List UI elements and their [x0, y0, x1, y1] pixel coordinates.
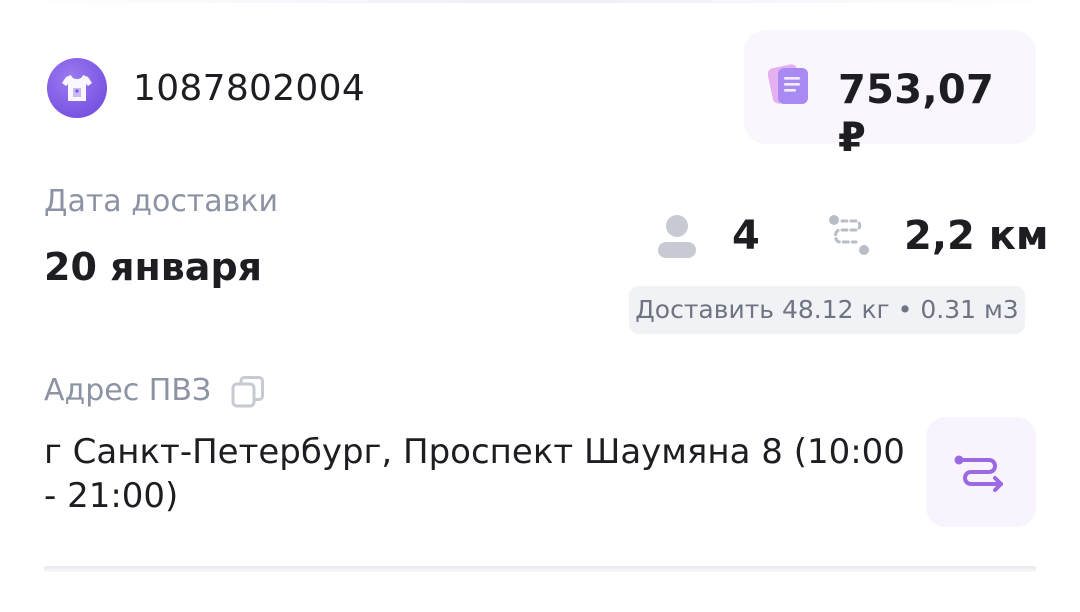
person-icon — [658, 215, 696, 258]
tshirt-icon — [47, 58, 107, 118]
top-edge — [0, 0, 1080, 3]
route-distance-icon — [829, 215, 869, 255]
order-price: 753,07 ₽ — [838, 67, 995, 161]
price-chip: 753,07 ₽ — [744, 30, 1036, 161]
route-button[interactable] — [926, 417, 1036, 527]
route-icon — [954, 455, 1003, 492]
item-count: 4 — [732, 213, 760, 259]
delivery-date-value: 20 января — [44, 245, 263, 289]
receipt-icon — [768, 64, 808, 104]
address-label: Адрес ПВЗ — [44, 373, 212, 408]
weight-volume-chip: Доставить 48.12 кг • 0.31 м3 — [629, 286, 1025, 334]
copy-icon[interactable] — [230, 374, 266, 410]
order-card[interactable]: 1087802004 753,07 ₽ Дата доставки 20 янв… — [0, 0, 1080, 612]
order-id: 1087802004 — [133, 68, 366, 109]
delivery-date-label: Дата доставки — [44, 184, 278, 219]
distance: 2,2 км — [904, 213, 1049, 259]
divider — [44, 566, 1036, 572]
address-value: г Санкт-Петербург, Проспект Шаумяна 8 (1… — [44, 432, 905, 516]
